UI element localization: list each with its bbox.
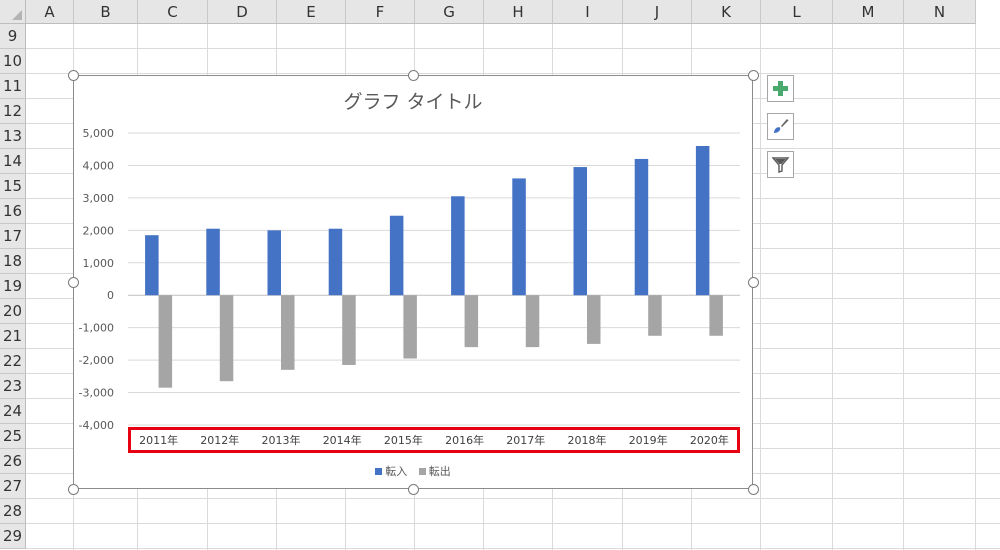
- row-header-19[interactable]: 19: [0, 274, 26, 299]
- bar-outflow-1[interactable]: [158, 295, 173, 388]
- resize-handle-middle-left[interactable]: [68, 277, 79, 288]
- chart-legend[interactable]: 転入 転出: [74, 463, 752, 479]
- column-header-l[interactable]: L: [761, 0, 833, 24]
- row-header-20[interactable]: 20: [0, 299, 26, 324]
- bar-outflow-4[interactable]: [342, 295, 356, 365]
- bar-inflow-1[interactable]: [145, 235, 159, 296]
- bar-outflow-6[interactable]: [464, 295, 479, 348]
- resize-handle-top-center[interactable]: [408, 70, 419, 81]
- column-header-j[interactable]: J: [623, 0, 692, 24]
- y-tick-label: 1,000: [83, 257, 115, 270]
- column-header-m[interactable]: M: [833, 0, 904, 24]
- row-gridline: [26, 523, 1000, 524]
- legend-item-inflow[interactable]: 転入: [375, 463, 407, 479]
- plus-icon: [773, 81, 788, 96]
- row-header-11[interactable]: 11: [0, 74, 26, 99]
- row-header-28[interactable]: 28: [0, 499, 26, 524]
- column-header-e[interactable]: E: [277, 0, 346, 24]
- column-gridline: [975, 24, 976, 550]
- bar-outflow-10[interactable]: [709, 295, 723, 336]
- bar-inflow-6[interactable]: [451, 196, 465, 296]
- row-header-18[interactable]: 18: [0, 249, 26, 274]
- column-header-i[interactable]: I: [553, 0, 623, 24]
- y-tick-label: -2,000: [79, 354, 114, 367]
- bar-outflow-9[interactable]: [648, 295, 662, 336]
- row-header-14[interactable]: 14: [0, 149, 26, 174]
- row-header-26[interactable]: 26: [0, 449, 26, 474]
- legend-swatch-inflow: [375, 468, 383, 475]
- y-tick-label: 2,000: [83, 224, 115, 237]
- bar-inflow-5[interactable]: [389, 215, 404, 296]
- y-tick-label: -4,000: [79, 419, 114, 432]
- row-header-21[interactable]: 21: [0, 324, 26, 349]
- row-gridline: [26, 498, 1000, 499]
- brush-icon: [774, 119, 789, 133]
- funnel-icon: [771, 157, 790, 173]
- resize-handle-bottom-right[interactable]: [748, 484, 759, 495]
- chart-elements-button[interactable]: [767, 75, 794, 102]
- column-header-a[interactable]: A: [26, 0, 74, 24]
- row-header-17[interactable]: 17: [0, 224, 26, 249]
- chart-filters-button[interactable]: [767, 151, 794, 178]
- resize-handle-top-right[interactable]: [748, 70, 759, 81]
- y-tick-label: -1,000: [79, 322, 114, 335]
- y-tick-label: 5,000: [83, 127, 115, 140]
- bar-inflow-10[interactable]: [695, 145, 710, 296]
- bar-outflow-3[interactable]: [281, 295, 295, 370]
- row-header-15[interactable]: 15: [0, 174, 26, 199]
- bar-outflow-2[interactable]: [219, 295, 234, 382]
- row-header-16[interactable]: 16: [0, 199, 26, 224]
- row-header-29[interactable]: 29: [0, 524, 26, 549]
- bar-outflow-5[interactable]: [403, 295, 417, 359]
- legend-item-outflow[interactable]: 転出: [418, 463, 451, 479]
- legend-label-inflow: 転入: [385, 465, 408, 478]
- row-header-9[interactable]: 9: [0, 24, 26, 49]
- column-header-f[interactable]: F: [346, 0, 415, 24]
- chart-area[interactable]: グラフ タイトル 5,000 4,000 3,000 2,000 1,000 0 -1,00…: [73, 75, 753, 489]
- column-gridline: [760, 24, 761, 550]
- column-header-g[interactable]: G: [415, 0, 484, 24]
- bar-inflow-2[interactable]: [206, 228, 220, 296]
- column-header-n[interactable]: N: [904, 0, 976, 24]
- y-tick-label: 3,000: [83, 192, 115, 205]
- row-header-23[interactable]: 23: [0, 374, 26, 399]
- column-header-c[interactable]: C: [138, 0, 208, 24]
- bar-outflow-7[interactable]: [525, 295, 540, 348]
- row-header-13[interactable]: 13: [0, 124, 26, 149]
- y-tick-label: -3,000: [79, 387, 114, 400]
- y-tick-label: 0: [107, 289, 114, 302]
- resize-handle-top-left[interactable]: [68, 70, 79, 81]
- column-header-d[interactable]: D: [208, 0, 277, 24]
- y-tick-label: 4,000: [83, 159, 115, 172]
- chart-styles-button[interactable]: [767, 113, 794, 140]
- bar-inflow-8[interactable]: [573, 167, 588, 296]
- legend-label-outflow: 転出: [428, 465, 451, 478]
- row-header-27[interactable]: 27: [0, 474, 26, 499]
- bar-inflow-7[interactable]: [512, 178, 526, 296]
- column-header-b[interactable]: B: [74, 0, 138, 24]
- row-header-12[interactable]: 12: [0, 99, 26, 124]
- row-header-10[interactable]: 10: [0, 49, 26, 74]
- bar-inflow-3[interactable]: [267, 230, 282, 296]
- column-gridline: [832, 24, 833, 550]
- legend-swatch-outflow: [418, 468, 426, 475]
- x-axis-highlight-box: [128, 427, 740, 453]
- bar-inflow-9[interactable]: [634, 158, 649, 296]
- resize-handle-middle-right[interactable]: [748, 277, 759, 288]
- resize-handle-bottom-left[interactable]: [68, 484, 79, 495]
- row-header-24[interactable]: 24: [0, 399, 26, 424]
- row-header-22[interactable]: 22: [0, 349, 26, 374]
- row-gridline: [26, 48, 1000, 49]
- bar-inflow-4[interactable]: [328, 228, 343, 296]
- resize-handle-bottom-center[interactable]: [408, 484, 419, 495]
- select-all-triangle: [12, 10, 22, 20]
- column-gridline: [903, 24, 904, 550]
- column-header-h[interactable]: H: [484, 0, 553, 24]
- bar-outflow-8[interactable]: [587, 295, 601, 344]
- row-gridline: [26, 548, 1000, 549]
- row-gridline: [26, 73, 1000, 74]
- row-header-25[interactable]: 25: [0, 424, 26, 449]
- column-header-k[interactable]: K: [692, 0, 761, 24]
- select-all-corner[interactable]: [0, 0, 26, 24]
